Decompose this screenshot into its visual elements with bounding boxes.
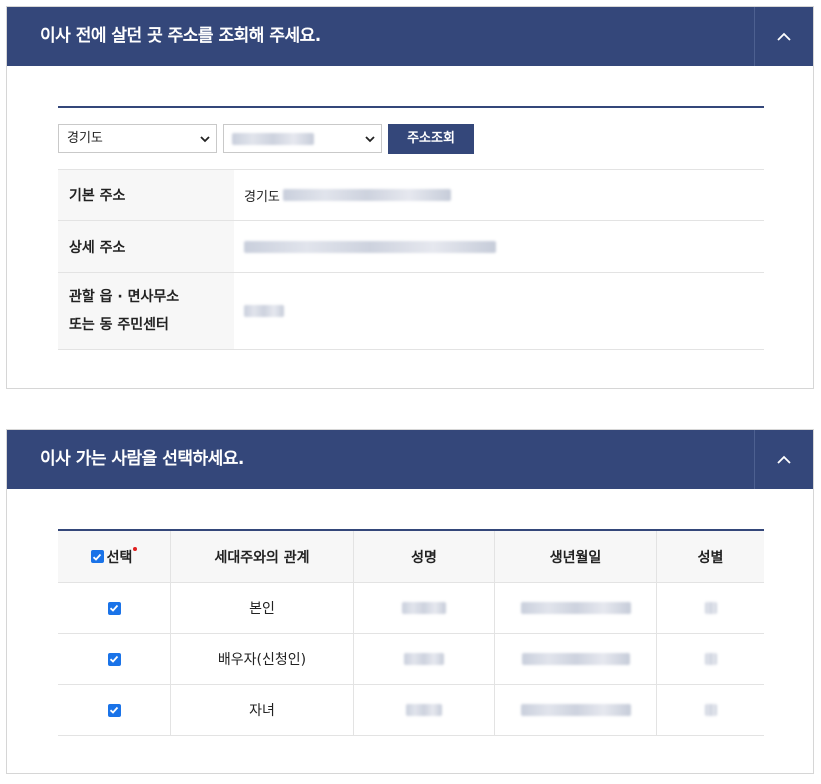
check-icon bbox=[109, 706, 119, 714]
province-select-value: 경기도 bbox=[67, 131, 103, 146]
collapse-toggle-button[interactable] bbox=[754, 7, 813, 66]
relation-column-header: 세대주와의 관계 bbox=[171, 531, 354, 582]
select-cell bbox=[58, 685, 171, 735]
moving-people-panel: 이사 가는 사람을 선택하세요. 선택 세대주와의 관계 성명 생년월일 성별 … bbox=[6, 429, 814, 774]
basic-address-redacted bbox=[282, 189, 451, 201]
previous-address-panel: 이사 전에 살던 곳 주소를 조회해 주세요. 경기도 주소조회 기본 주소 경… bbox=[6, 6, 814, 389]
panel-header: 이사 전에 살던 곳 주소를 조회해 주세요. bbox=[7, 7, 813, 66]
address-search-button[interactable]: 주소조회 bbox=[388, 124, 474, 154]
select-column-header: 선택 bbox=[58, 531, 171, 582]
jurisdiction-office-value bbox=[234, 273, 764, 349]
birthdate-cell bbox=[495, 583, 657, 633]
gender-redacted bbox=[704, 602, 717, 614]
birthdate-column-header: 생년월일 bbox=[495, 531, 657, 582]
gender-cell bbox=[657, 583, 764, 633]
table-row: 배우자(신청인) bbox=[58, 634, 764, 685]
chevron-down-icon bbox=[200, 136, 210, 143]
check-icon bbox=[93, 553, 102, 561]
required-indicator bbox=[133, 546, 138, 551]
name-redacted bbox=[404, 653, 444, 665]
table-row: 본인 bbox=[58, 583, 764, 634]
gender-cell bbox=[657, 685, 764, 735]
birthdate-redacted bbox=[520, 704, 631, 716]
detail-address-redacted bbox=[244, 240, 496, 253]
name-cell bbox=[354, 685, 495, 735]
chevron-up-icon bbox=[777, 32, 791, 41]
jurisdiction-label-line2: 또는 동 주민센터 bbox=[69, 317, 169, 333]
birthdate-cell bbox=[495, 685, 657, 735]
table-row: 기본 주소 경기도 bbox=[58, 169, 764, 221]
table-row: 자녀 bbox=[58, 685, 764, 736]
name-cell bbox=[354, 583, 495, 633]
gender-redacted bbox=[704, 704, 717, 716]
chevron-up-icon bbox=[777, 455, 791, 464]
jurisdiction-office-redacted bbox=[244, 305, 284, 317]
basic-address-value: 경기도 bbox=[234, 170, 764, 220]
check-icon bbox=[109, 655, 119, 663]
birthdate-cell bbox=[495, 634, 657, 684]
detail-address-value bbox=[234, 221, 764, 272]
person-checkbox[interactable] bbox=[107, 703, 121, 717]
jurisdiction-label-line1: 관할 읍 · 면사무소 bbox=[69, 289, 180, 305]
people-table: 선택 세대주와의 관계 성명 생년월일 성별 본인 배우자(신청인) 자녀 bbox=[58, 529, 764, 736]
person-checkbox[interactable] bbox=[107, 601, 121, 615]
relation-cell: 자녀 bbox=[171, 685, 354, 735]
panel-header: 이사 가는 사람을 선택하세요. bbox=[7, 430, 813, 489]
select-cell bbox=[58, 634, 171, 684]
person-checkbox[interactable] bbox=[107, 652, 121, 666]
name-column-header: 성명 bbox=[354, 531, 495, 582]
detail-address-label: 상세 주소 bbox=[58, 221, 234, 272]
table-top-border bbox=[58, 106, 764, 108]
city-select-value-redacted bbox=[232, 132, 314, 145]
select-cell bbox=[58, 583, 171, 633]
panel-title: 이사 전에 살던 곳 주소를 조회해 주세요. bbox=[40, 26, 321, 46]
basic-address-label: 기본 주소 bbox=[58, 170, 234, 220]
birthdate-redacted bbox=[520, 602, 631, 614]
name-redacted bbox=[406, 704, 442, 716]
province-select[interactable]: 경기도 bbox=[58, 124, 217, 153]
table-row: 상세 주소 bbox=[58, 221, 764, 273]
select-header-label: 선택 bbox=[106, 549, 133, 566]
basic-address-prefix: 경기도 bbox=[244, 189, 280, 205]
gender-column-header: 성별 bbox=[697, 549, 724, 566]
name-cell bbox=[354, 634, 495, 684]
address-table: 기본 주소 경기도 상세 주소 관할 읍 · 면사무소 또는 동 주민센터 bbox=[58, 169, 764, 350]
check-icon bbox=[109, 604, 119, 612]
gender-redacted bbox=[704, 653, 717, 665]
name-redacted bbox=[402, 602, 446, 614]
collapse-toggle-button[interactable] bbox=[754, 430, 813, 489]
panel-title: 이사 가는 사람을 선택하세요. bbox=[40, 449, 244, 469]
table-header-row: 선택 세대주와의 관계 성명 생년월일 성별 bbox=[58, 531, 764, 583]
city-select[interactable] bbox=[223, 124, 382, 153]
select-all-checkbox[interactable] bbox=[90, 550, 104, 563]
relation-cell: 배우자(신청인) bbox=[171, 634, 354, 684]
birthdate-redacted bbox=[521, 653, 630, 665]
relation-cell: 본인 bbox=[171, 583, 354, 633]
chevron-down-icon bbox=[365, 136, 375, 143]
table-row: 관할 읍 · 면사무소 또는 동 주민센터 bbox=[58, 273, 764, 350]
gender-cell bbox=[657, 634, 764, 684]
jurisdiction-office-label: 관할 읍 · 면사무소 또는 동 주민센터 bbox=[58, 273, 234, 349]
